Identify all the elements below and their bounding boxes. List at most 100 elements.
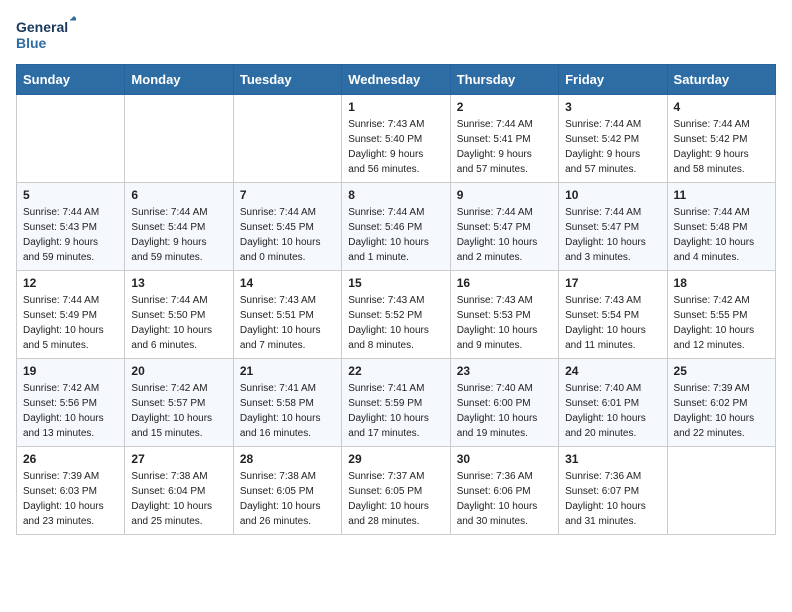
- calendar-cell: 9Sunrise: 7:44 AMSunset: 5:47 PMDaylight…: [450, 183, 558, 271]
- day-number: 11: [674, 188, 769, 202]
- calendar-cell: 4 Sunrise: 7:44 AMSunset: 5:42 PMDaylight…: [667, 95, 775, 183]
- day-info: Sunrise: 7:44 AMSunset: 5:41 PMDaylight:…: [457, 117, 552, 177]
- calendar-cell: [667, 447, 775, 535]
- day-number: 19: [23, 364, 118, 378]
- day-number: 14: [240, 276, 335, 290]
- calendar-cell: 3 Sunrise: 7:44 AMSunset: 5:42 PMDaylight…: [559, 95, 667, 183]
- day-number: 8: [348, 188, 443, 202]
- day-info: Sunrise: 7:43 AMSunset: 5:51 PMDaylight:…: [240, 293, 335, 353]
- day-number: 29: [348, 452, 443, 466]
- calendar-cell: 19Sunrise: 7:42 AMSunset: 5:56 PMDayligh…: [17, 359, 125, 447]
- day-info: Sunrise: 7:38 AMSunset: 6:05 PMDaylight:…: [240, 469, 335, 529]
- day-number: 15: [348, 276, 443, 290]
- calendar-cell: 22 Sunrise: 7:41 AMSunset: 5:59 PMDayligh…: [342, 359, 450, 447]
- day-info: Sunrise: 7:44 AMSunset: 5:46 PMDaylight:…: [348, 205, 443, 265]
- weekday-header: Friday: [559, 65, 667, 95]
- calendar-cell: 30 Sunrise: 7:36 AMSunset: 6:06 PMDayligh…: [450, 447, 558, 535]
- day-number: 13: [131, 276, 226, 290]
- day-info: Sunrise: 7:44 AMSunset: 5:47 PMDaylight:…: [457, 205, 552, 265]
- day-number: 16: [457, 276, 552, 290]
- calendar-cell: 29Sunrise: 7:37 AMSunset: 6:05 PMDayligh…: [342, 447, 450, 535]
- day-number: 20: [131, 364, 226, 378]
- calendar-cell: [233, 95, 341, 183]
- day-info: Sunrise: 7:40 AMSunset: 6:00 PMDaylight:…: [457, 381, 552, 441]
- calendar-cell: 25 Sunrise: 7:39 AMSunset: 6:02 PMDayligh…: [667, 359, 775, 447]
- calendar-cell: 26Sunrise: 7:39 AMSunset: 6:03 PMDayligh…: [17, 447, 125, 535]
- svg-text:Blue: Blue: [16, 35, 47, 51]
- calendar-cell: 6 Sunrise: 7:44 AMSunset: 5:44 PMDaylight…: [125, 183, 233, 271]
- calendar-week-row: 26Sunrise: 7:39 AMSunset: 6:03 PMDayligh…: [17, 447, 776, 535]
- day-info: Sunrise: 7:44 AMSunset: 5:45 PMDaylight:…: [240, 205, 335, 265]
- day-number: 23: [457, 364, 552, 378]
- day-info: Sunrise: 7:41 AMSunset: 5:58 PMDaylight:…: [240, 381, 335, 441]
- calendar-cell: 21 Sunrise: 7:41 AMSunset: 5:58 PMDayligh…: [233, 359, 341, 447]
- day-info: Sunrise: 7:39 AMSunset: 6:03 PMDaylight:…: [23, 469, 118, 529]
- calendar-cell: 15 Sunrise: 7:43 AMSunset: 5:52 PMDayligh…: [342, 271, 450, 359]
- day-info: Sunrise: 7:44 AMSunset: 5:42 PMDaylight:…: [674, 117, 769, 177]
- day-info: Sunrise: 7:41 AMSunset: 5:59 PMDaylight:…: [348, 381, 443, 441]
- day-info: Sunrise: 7:44 AMSunset: 5:48 PMDaylight:…: [674, 205, 769, 265]
- weekday-header: Wednesday: [342, 65, 450, 95]
- day-number: 22: [348, 364, 443, 378]
- weekday-header: Sunday: [17, 65, 125, 95]
- calendar-cell: 5 Sunrise: 7:44 AMSunset: 5:43 PMDaylight…: [17, 183, 125, 271]
- day-number: 5: [23, 188, 118, 202]
- day-info: Sunrise: 7:44 AMSunset: 5:43 PMDaylight:…: [23, 205, 118, 265]
- day-number: 1: [348, 100, 443, 114]
- day-number: 7: [240, 188, 335, 202]
- day-number: 30: [457, 452, 552, 466]
- calendar-cell: 7 Sunrise: 7:44 AMSunset: 5:45 PMDaylight…: [233, 183, 341, 271]
- calendar-cell: 31Sunrise: 7:36 AMSunset: 6:07 PMDayligh…: [559, 447, 667, 535]
- calendar-cell: 8 Sunrise: 7:44 AMSunset: 5:46 PMDaylight…: [342, 183, 450, 271]
- weekday-header: Tuesday: [233, 65, 341, 95]
- day-info: Sunrise: 7:43 AMSunset: 5:52 PMDaylight:…: [348, 293, 443, 353]
- calendar-cell: 10Sunrise: 7:44 AMSunset: 5:47 PMDayligh…: [559, 183, 667, 271]
- calendar-cell: 27Sunrise: 7:38 AMSunset: 6:04 PMDayligh…: [125, 447, 233, 535]
- calendar-cell: 13 Sunrise: 7:44 AMSunset: 5:50 PMDayligh…: [125, 271, 233, 359]
- logo-svg: General Blue: [16, 16, 76, 52]
- weekday-header: Monday: [125, 65, 233, 95]
- day-info: Sunrise: 7:43 AMSunset: 5:53 PMDaylight:…: [457, 293, 552, 353]
- day-info: Sunrise: 7:44 AMSunset: 5:50 PMDaylight:…: [131, 293, 226, 353]
- day-number: 12: [23, 276, 118, 290]
- calendar-week-row: 5 Sunrise: 7:44 AMSunset: 5:43 PMDaylight…: [17, 183, 776, 271]
- day-info: Sunrise: 7:36 AMSunset: 6:06 PMDaylight:…: [457, 469, 552, 529]
- day-number: 6: [131, 188, 226, 202]
- calendar-week-row: 19Sunrise: 7:42 AMSunset: 5:56 PMDayligh…: [17, 359, 776, 447]
- weekday-header: Saturday: [667, 65, 775, 95]
- weekday-header-row: SundayMondayTuesdayWednesdayThursdayFrid…: [17, 65, 776, 95]
- calendar-cell: 2 Sunrise: 7:44 AMSunset: 5:41 PMDaylight…: [450, 95, 558, 183]
- day-info: Sunrise: 7:44 AMSunset: 5:42 PMDaylight:…: [565, 117, 660, 177]
- calendar-table: SundayMondayTuesdayWednesdayThursdayFrid…: [16, 64, 776, 535]
- day-number: 3: [565, 100, 660, 114]
- day-number: 24: [565, 364, 660, 378]
- day-info: Sunrise: 7:43 AMSunset: 5:54 PMDaylight:…: [565, 293, 660, 353]
- day-info: Sunrise: 7:42 AMSunset: 5:57 PMDaylight:…: [131, 381, 226, 441]
- calendar-cell: 11 Sunrise: 7:44 AMSunset: 5:48 PMDayligh…: [667, 183, 775, 271]
- calendar-cell: [125, 95, 233, 183]
- calendar-cell: [17, 95, 125, 183]
- day-info: Sunrise: 7:38 AMSunset: 6:04 PMDaylight:…: [131, 469, 226, 529]
- day-number: 25: [674, 364, 769, 378]
- day-info: Sunrise: 7:39 AMSunset: 6:02 PMDaylight:…: [674, 381, 769, 441]
- day-info: Sunrise: 7:44 AMSunset: 5:49 PMDaylight:…: [23, 293, 118, 353]
- calendar-cell: 23 Sunrise: 7:40 AMSunset: 6:00 PMDayligh…: [450, 359, 558, 447]
- calendar-cell: 24 Sunrise: 7:40 AMSunset: 6:01 PMDayligh…: [559, 359, 667, 447]
- calendar-cell: 16 Sunrise: 7:43 AMSunset: 5:53 PMDayligh…: [450, 271, 558, 359]
- day-info: Sunrise: 7:44 AMSunset: 5:47 PMDaylight:…: [565, 205, 660, 265]
- page-header: General Blue: [16, 16, 776, 52]
- day-number: 31: [565, 452, 660, 466]
- day-number: 17: [565, 276, 660, 290]
- day-info: Sunrise: 7:43 AMSunset: 5:40 PMDaylight:…: [348, 117, 443, 177]
- day-info: Sunrise: 7:40 AMSunset: 6:01 PMDaylight:…: [565, 381, 660, 441]
- day-number: 28: [240, 452, 335, 466]
- logo: General Blue: [16, 16, 76, 52]
- day-number: 4: [674, 100, 769, 114]
- day-info: Sunrise: 7:44 AMSunset: 5:44 PMDaylight:…: [131, 205, 226, 265]
- calendar-cell: 20 Sunrise: 7:42 AMSunset: 5:57 PMDayligh…: [125, 359, 233, 447]
- calendar-cell: 17 Sunrise: 7:43 AMSunset: 5:54 PMDayligh…: [559, 271, 667, 359]
- day-number: 21: [240, 364, 335, 378]
- calendar-week-row: 1 Sunrise: 7:43 AMSunset: 5:40 PMDaylight…: [17, 95, 776, 183]
- calendar-cell: 12 Sunrise: 7:44 AMSunset: 5:49 PMDayligh…: [17, 271, 125, 359]
- day-number: 2: [457, 100, 552, 114]
